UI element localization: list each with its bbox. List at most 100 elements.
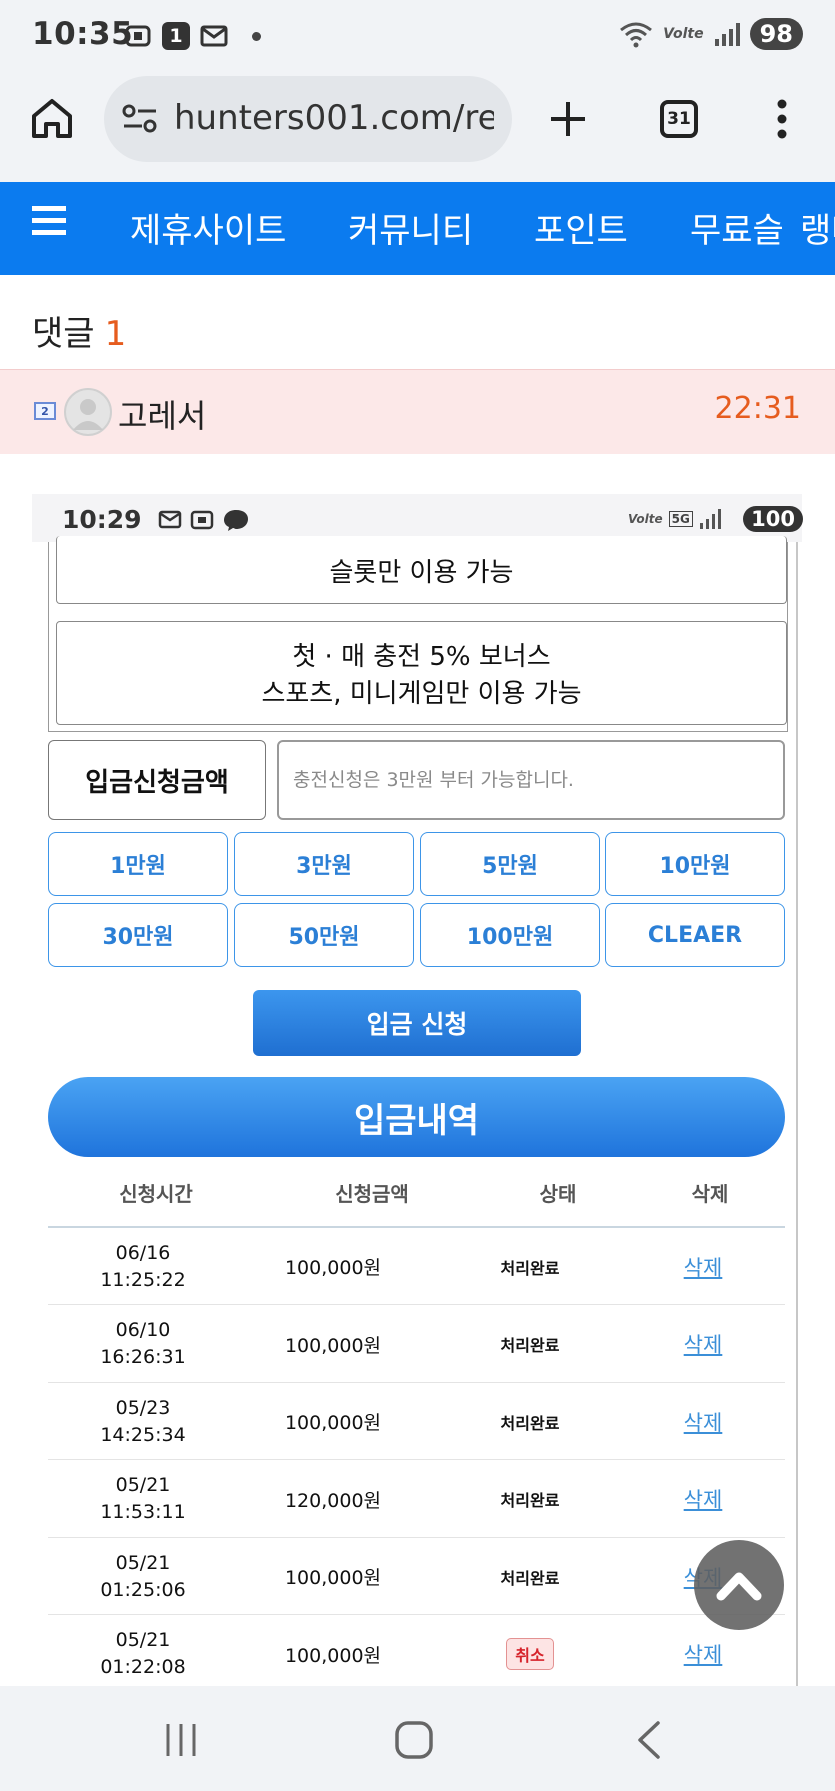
screenshot-icon (125, 25, 151, 47)
status-badge-cancelled: 취소 (506, 1638, 554, 1670)
bonus-option-sports-line1: 첫 · 매 충전 5% 보너스 (292, 642, 551, 672)
screenshot-volte-label: Volte (628, 512, 663, 526)
table-row: 05/23 14:25:34 100,000원 처리완료 삭제 (48, 1383, 785, 1460)
deposit-amount-label: 입금신청금액 (48, 740, 266, 820)
row-delete-link[interactable]: 삭제 (648, 1228, 758, 1305)
recent-apps-icon[interactable] (164, 1722, 198, 1758)
row-time: 14:25:34 (100, 1423, 186, 1446)
nav-item-partner-sites[interactable]: 제휴사이트 (130, 203, 286, 252)
column-header-amount: 신청금액 (335, 1182, 409, 1206)
volte-label: Volte (663, 26, 704, 42)
table-row: 05/21 11:53:11 120,000원 처리완료 삭제 (48, 1461, 785, 1538)
row-date: 05/23 (115, 1396, 171, 1419)
deposit-apply-button[interactable]: 입금 신청 (253, 990, 581, 1056)
row-amount: 100,000원 (284, 1567, 382, 1589)
row-date: 05/21 (115, 1551, 171, 1574)
row-request-time: 06/10 16:26:31 (68, 1306, 218, 1383)
status-time: 10:35 (32, 16, 134, 52)
more-notifications-dot (252, 31, 261, 41)
row-status: 처리완료 (460, 1228, 600, 1305)
amount-button-500k[interactable]: 50만원 (234, 903, 414, 967)
bonus-option-slot[interactable]: 슬롯만 이용 가능 (56, 536, 787, 604)
row-date: 05/21 (115, 1474, 171, 1496)
row-status: 처리완료 (460, 1461, 600, 1538)
nav-item-points[interactable]: 포인트 (534, 203, 628, 252)
comments-title: 댓글 (32, 314, 95, 354)
scroll-to-top-button[interactable] (694, 1540, 784, 1630)
back-icon[interactable] (634, 1720, 662, 1760)
column-header-delete: 삭제 (691, 1182, 729, 1206)
wifi-icon (620, 22, 653, 48)
row-time: 01:22:08 (100, 1656, 186, 1678)
default-avatar-icon (73, 399, 103, 430)
bonus-option-sports[interactable]: 첫 · 매 충전 5% 보너스 스포츠, 미니게임만 이용 가능 (56, 621, 787, 725)
home-icon[interactable] (30, 96, 74, 140)
row-date: 06/16 (115, 1241, 171, 1264)
row-amount: 100,000원 (284, 1334, 382, 1357)
amount-button-50k[interactable]: 5만원 (420, 832, 600, 896)
bonus-option-slot-text: 슬롯만 이용 가능 (329, 558, 514, 588)
table-row: 05/21 01:22:08 100,000원 취소 삭제 (48, 1616, 785, 1693)
row-amount: 100,000원 (284, 1412, 382, 1434)
tab-switcher-button[interactable]: 31 (660, 100, 698, 138)
status-badge: 처리완료 (500, 1491, 560, 1510)
row-amount: 100,000원 (284, 1644, 382, 1667)
hamburger-menu-icon[interactable] (32, 206, 66, 236)
battery-indicator: 98 (749, 18, 803, 50)
avatar[interactable] (64, 388, 112, 436)
screenshot-icon (190, 510, 214, 530)
mail-icon (158, 510, 182, 529)
nav-item-free[interactable]: 무료슬 (690, 203, 790, 252)
more-options-icon[interactable] (774, 98, 790, 140)
amount-button-10k[interactable]: 1만원 (48, 832, 228, 896)
column-header-request-time: 신청시간 (119, 1182, 193, 1206)
row-time: 01:25:06 (100, 1578, 186, 1601)
comment-author[interactable]: 고레서 (118, 391, 206, 437)
screenshot-network-label: 5G (668, 511, 693, 527)
screenshot-status-time: 10:29 (62, 505, 142, 534)
mail-icon (200, 25, 228, 47)
deposit-amount-input[interactable] (277, 740, 785, 820)
home-button-icon[interactable] (394, 1720, 434, 1760)
row-date: 06/10 (115, 1319, 171, 1341)
nav-item-ranking[interactable]: 랭머 (800, 203, 835, 252)
chevron-up-icon (716, 1572, 762, 1601)
nav-item-community[interactable]: 커뮤니티 (348, 203, 473, 252)
row-amount: 100,000원 (284, 1257, 382, 1279)
new-tab-icon[interactable] (548, 99, 588, 139)
screenshot-battery: 100 (743, 506, 803, 532)
status-badge: 처리완료 (500, 1568, 560, 1588)
status-badge: 처리완료 (500, 1258, 560, 1278)
chat-icon (224, 510, 248, 531)
row-delete-link[interactable]: 삭제 (648, 1383, 758, 1460)
row-request-time: 05/21 01:22:08 (68, 1616, 218, 1693)
screenshot-status-icons (158, 508, 250, 532)
table-row: 06/16 11:25:22 100,000원 처리완료 삭제 (48, 1228, 785, 1305)
comments-heading: 댓글 1 (32, 306, 126, 355)
amount-button-1m[interactable]: 100만원 (420, 903, 600, 967)
row-request-time: 05/23 14:25:34 (68, 1383, 218, 1460)
amount-button-300k[interactable]: 30만원 (48, 903, 228, 967)
row-delete-link[interactable]: 삭제 (648, 1306, 758, 1383)
site-settings-icon[interactable] (122, 104, 158, 134)
signal-icon (699, 509, 721, 529)
url-text[interactable]: hunters001.com/revi (174, 98, 494, 138)
row-status: 취소 (460, 1616, 600, 1693)
amount-button-100k[interactable]: 10만원 (605, 832, 785, 896)
table-row: 06/10 16:26:31 100,000원 처리완료 삭제 (48, 1306, 785, 1383)
comment-time: 22:31 (714, 391, 801, 426)
row-amount: 120,000원 (284, 1489, 382, 1512)
status-badge: 처리완료 (500, 1413, 560, 1433)
row-date: 05/21 (115, 1629, 171, 1651)
signal-icon (714, 23, 740, 46)
status-badge: 처리완료 (500, 1336, 560, 1355)
notification-count-badge: 1 (162, 22, 190, 50)
status-right: Volte 98 (619, 18, 803, 50)
screenshot-scrollbar (796, 542, 798, 1688)
table-row: 05/2101:25:06100,000원처리완료삭제 (48, 1538, 785, 1615)
row-delete-link[interactable]: 삭제 (648, 1461, 758, 1538)
amount-button-30k[interactable]: 3만원 (234, 832, 414, 896)
amount-clear-button[interactable]: CLEAER (605, 903, 785, 967)
row-time: 16:26:31 (100, 1346, 186, 1368)
row-time: 11:25:22 (100, 1268, 186, 1291)
